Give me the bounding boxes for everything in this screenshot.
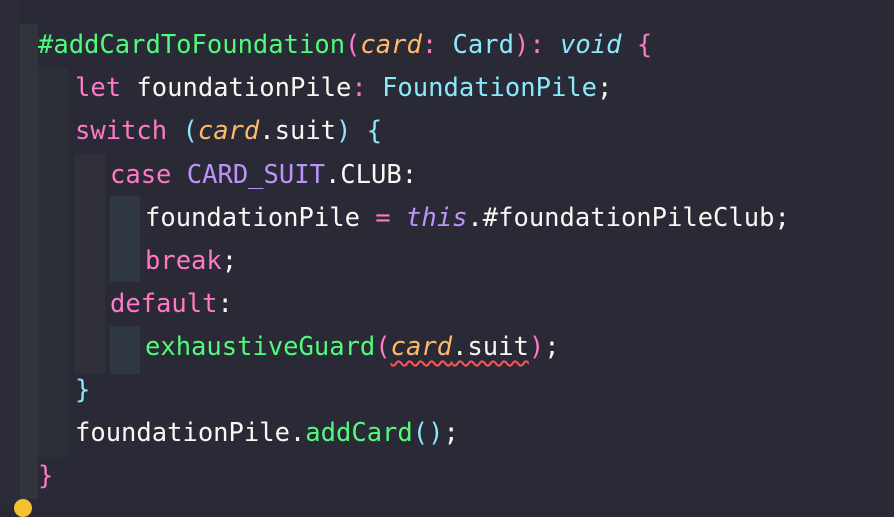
paren: ) xyxy=(336,116,352,146)
member: .#foundationPileClub; xyxy=(467,203,790,233)
paren: ( xyxy=(345,30,361,60)
semicolon: ; xyxy=(544,332,560,362)
variable-name: foundationPile. xyxy=(75,418,306,448)
code-line-8[interactable]: exhaustiveGuard(card.suit); xyxy=(145,327,560,367)
function-name: exhaustiveGuard xyxy=(145,332,376,362)
code-line-2[interactable]: let foundationPile: FoundationPile; xyxy=(75,68,612,108)
code-line-3[interactable]: switch (card.suit) { xyxy=(75,111,382,151)
indent-guide xyxy=(20,24,38,499)
variable-name: foundationPile xyxy=(145,203,376,233)
code-line-9[interactable]: } xyxy=(75,370,90,410)
semicolon: ; xyxy=(443,418,459,448)
operator: = xyxy=(375,203,391,233)
this-keyword: this xyxy=(390,203,468,233)
code-line-10[interactable]: foundationPile.addCard(); xyxy=(75,413,459,453)
paren: ) xyxy=(528,332,545,362)
brace: { xyxy=(621,30,653,60)
indent-guide xyxy=(38,68,68,458)
param-name: card xyxy=(390,332,453,362)
code-line-6[interactable]: break; xyxy=(145,241,237,281)
paren: ( xyxy=(375,332,391,362)
return-type: void xyxy=(560,30,622,60)
editor-gutter xyxy=(0,0,20,506)
code-line-7[interactable]: default: xyxy=(110,284,233,324)
code-editor[interactable]: #addCardToFoundation(card: Card): void {… xyxy=(0,0,894,517)
paren: ) xyxy=(513,30,530,60)
method-name: addCard xyxy=(305,418,413,448)
type-name: Card xyxy=(452,30,514,60)
type-name: FoundationPile xyxy=(382,73,598,103)
parens: () xyxy=(412,418,444,448)
constant: CARD_SUIT xyxy=(171,160,325,190)
code-line-4[interactable]: case CARD_SUIT.CLUB: xyxy=(110,155,417,195)
colon: : xyxy=(421,30,453,60)
brace: } xyxy=(38,461,54,491)
property: .suit xyxy=(259,116,337,146)
member: .CLUB: xyxy=(324,160,418,190)
lightbulb-icon[interactable] xyxy=(14,499,32,517)
colon: : xyxy=(529,30,561,60)
param-name: card xyxy=(360,30,422,60)
semicolon: ; xyxy=(221,246,238,276)
keyword: break xyxy=(145,246,222,276)
colon: : xyxy=(351,73,383,103)
brace: { xyxy=(351,116,383,146)
keyword: switch xyxy=(75,116,168,146)
property: .suit xyxy=(452,332,529,362)
paren: ( xyxy=(167,116,198,146)
error-squiggle[interactable]: card.suit xyxy=(391,332,529,362)
variable-name: foundationPile xyxy=(121,73,352,103)
code-line-1[interactable]: #addCardToFoundation(card: Card): void { xyxy=(38,25,652,65)
colon: : xyxy=(217,289,233,319)
indent-guide xyxy=(75,154,105,374)
brace: } xyxy=(75,375,91,405)
code-line-5[interactable]: foundationPile = this.#foundationPileClu… xyxy=(145,198,790,238)
keyword: default xyxy=(110,289,218,319)
param-name: card xyxy=(197,116,260,146)
keyword: case xyxy=(110,160,172,190)
code-line-11[interactable]: } xyxy=(38,456,53,496)
semicolon: ; xyxy=(597,73,613,103)
keyword: let xyxy=(75,73,122,103)
indent-guide xyxy=(110,326,140,374)
method-name: #addCardToFoundation xyxy=(38,30,346,60)
indent-guide xyxy=(110,196,140,282)
